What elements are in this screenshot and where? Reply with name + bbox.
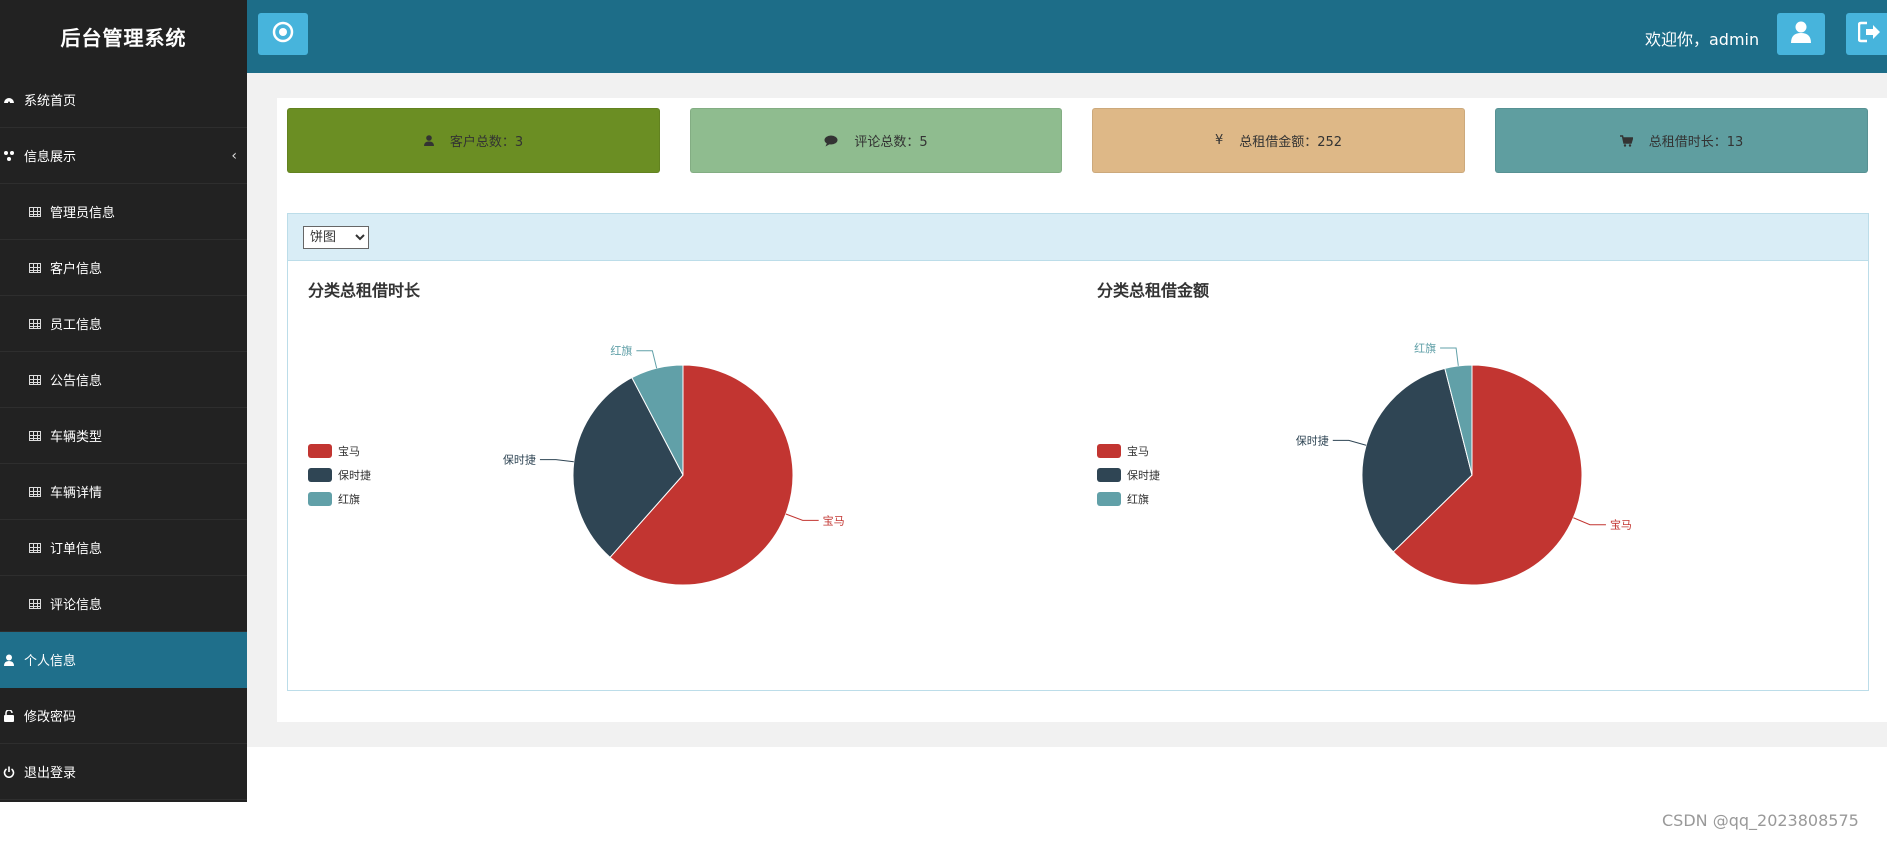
sidebar-item-label: 公告信息 (50, 374, 103, 389)
cart-icon (1619, 134, 1633, 147)
sidebar-item-label: 车辆类型 (50, 430, 103, 445)
sidebar-item-label: 客户信息 (50, 262, 103, 277)
sidebar-item-vehicle-detail[interactable]: 车辆详情 (0, 464, 247, 520)
legend-swatch (308, 444, 332, 458)
sidebar-item-comment-info[interactable]: 评论信息 (0, 576, 247, 632)
unlock-icon (2, 709, 16, 723)
chart-type-select[interactable]: 饼图 (303, 226, 369, 249)
app-title: 后台管理系统 (60, 25, 187, 50)
stat-label: 评论总数：5 (854, 135, 928, 150)
legend-item[interactable]: 红旗 (1097, 491, 1149, 507)
power-icon (2, 765, 16, 779)
cluster-icon (2, 149, 16, 163)
sidebar-item-label: 管理员信息 (50, 206, 116, 221)
logout-button[interactable] (1846, 13, 1887, 55)
table-icon (28, 261, 42, 275)
table-icon (28, 205, 42, 219)
legend-swatch (1097, 468, 1121, 482)
sidebar-toggle-button[interactable] (258, 13, 308, 55)
stat-card-rental-duration: 总租借时长：13 (1495, 108, 1868, 173)
legend-swatch (1097, 492, 1121, 506)
table-icon (28, 485, 42, 499)
welcome-text: 欢迎你，admin (1645, 30, 1760, 49)
chart-title: 分类总租借金额 (1097, 281, 1210, 300)
table-icon (28, 317, 42, 331)
sidebar-item-label: 员工信息 (50, 318, 103, 333)
legend-swatch (308, 492, 332, 506)
sidebar-item-label: 退出登录 (24, 766, 77, 781)
sidebar: 后台管理系统 系统首页 信息展示 ‹ 管理员信息 客户信息 员工信息 公告信息 … (0, 0, 247, 802)
chevron-left-icon: ‹ (231, 148, 237, 164)
sidebar-item-home[interactable]: 系统首页 (0, 72, 247, 128)
legend-item[interactable]: 宝马 (308, 443, 360, 459)
table-icon (28, 429, 42, 443)
legend-label: 红旗 (1127, 493, 1149, 506)
legend-label: 保时捷 (1127, 469, 1160, 482)
user-icon (423, 135, 434, 146)
chart-title: 分类总租借时长 (308, 281, 421, 300)
sidebar-item-label: 个人信息 (24, 654, 77, 669)
sidebar-item-profile[interactable]: 个人信息 (0, 632, 247, 688)
watermark: CSDN @qq_2023808575 (1662, 811, 1859, 830)
table-icon (28, 541, 42, 555)
stat-card-comments: 评论总数：5 (690, 108, 1062, 173)
table-icon (28, 373, 42, 387)
chart-panel-header: 饼图 (288, 214, 1868, 261)
legend-label: 宝马 (1127, 445, 1149, 458)
stat-card-rental-amount: ¥ 总租借金额：252 (1092, 108, 1465, 173)
legend-item[interactable]: 保时捷 (1097, 467, 1160, 483)
comment-icon (824, 135, 838, 147)
stat-label: 客户总数：3 (449, 135, 524, 150)
user-profile-button[interactable] (1777, 13, 1825, 55)
sidebar-item-notice-info[interactable]: 公告信息 (0, 352, 247, 408)
sidebar-item-label: 系统首页 (24, 94, 77, 109)
sign-out-icon (1857, 21, 1882, 47)
sidebar-item-logout[interactable]: 退出登录 (0, 744, 247, 800)
sidebar-item-info-display[interactable]: 信息展示 ‹ (0, 128, 247, 184)
sidebar-item-label: 信息展示 (24, 150, 77, 165)
yen-icon: ¥ (1214, 133, 1224, 148)
user-icon (1791, 21, 1811, 47)
stat-label: 总租借金额：252 (1239, 135, 1343, 150)
user-icon (2, 653, 16, 667)
sidebar-item-change-password[interactable]: 修改密码 (0, 688, 247, 744)
sidebar-item-label: 订单信息 (50, 542, 103, 557)
legend-item[interactable]: 红旗 (308, 491, 360, 507)
legend-label: 宝马 (338, 445, 360, 458)
legend-label: 保时捷 (338, 469, 371, 482)
sidebar-item-label: 评论信息 (50, 598, 103, 613)
sidebar-item-staff-info[interactable]: 员工信息 (0, 296, 247, 352)
legend-swatch (1097, 444, 1121, 458)
legend-swatch (308, 468, 332, 482)
legend-item[interactable]: 保时捷 (308, 467, 371, 483)
sidebar-item-customer-info[interactable]: 客户信息 (0, 240, 247, 296)
stat-label: 总租借时长：13 (1648, 135, 1744, 150)
sidebar-item-label: 修改密码 (24, 710, 77, 725)
chart-panel: 饼图 (287, 213, 1869, 691)
legend-item[interactable]: 宝马 (1097, 443, 1149, 459)
sidebar-item-admin-info[interactable]: 管理员信息 (0, 184, 247, 240)
stat-card-customers: 客户总数：3 (287, 108, 660, 173)
sidebar-item-vehicle-type[interactable]: 车辆类型 (0, 408, 247, 464)
sidebar-item-order-info[interactable]: 订单信息 (0, 520, 247, 576)
legend-label: 红旗 (338, 493, 360, 506)
sidebar-item-label: 车辆详情 (50, 486, 103, 501)
top-bar: 欢迎你，admin (247, 0, 1887, 73)
table-icon (28, 597, 42, 611)
dashboard-icon (2, 93, 16, 107)
target-icon (272, 21, 294, 47)
